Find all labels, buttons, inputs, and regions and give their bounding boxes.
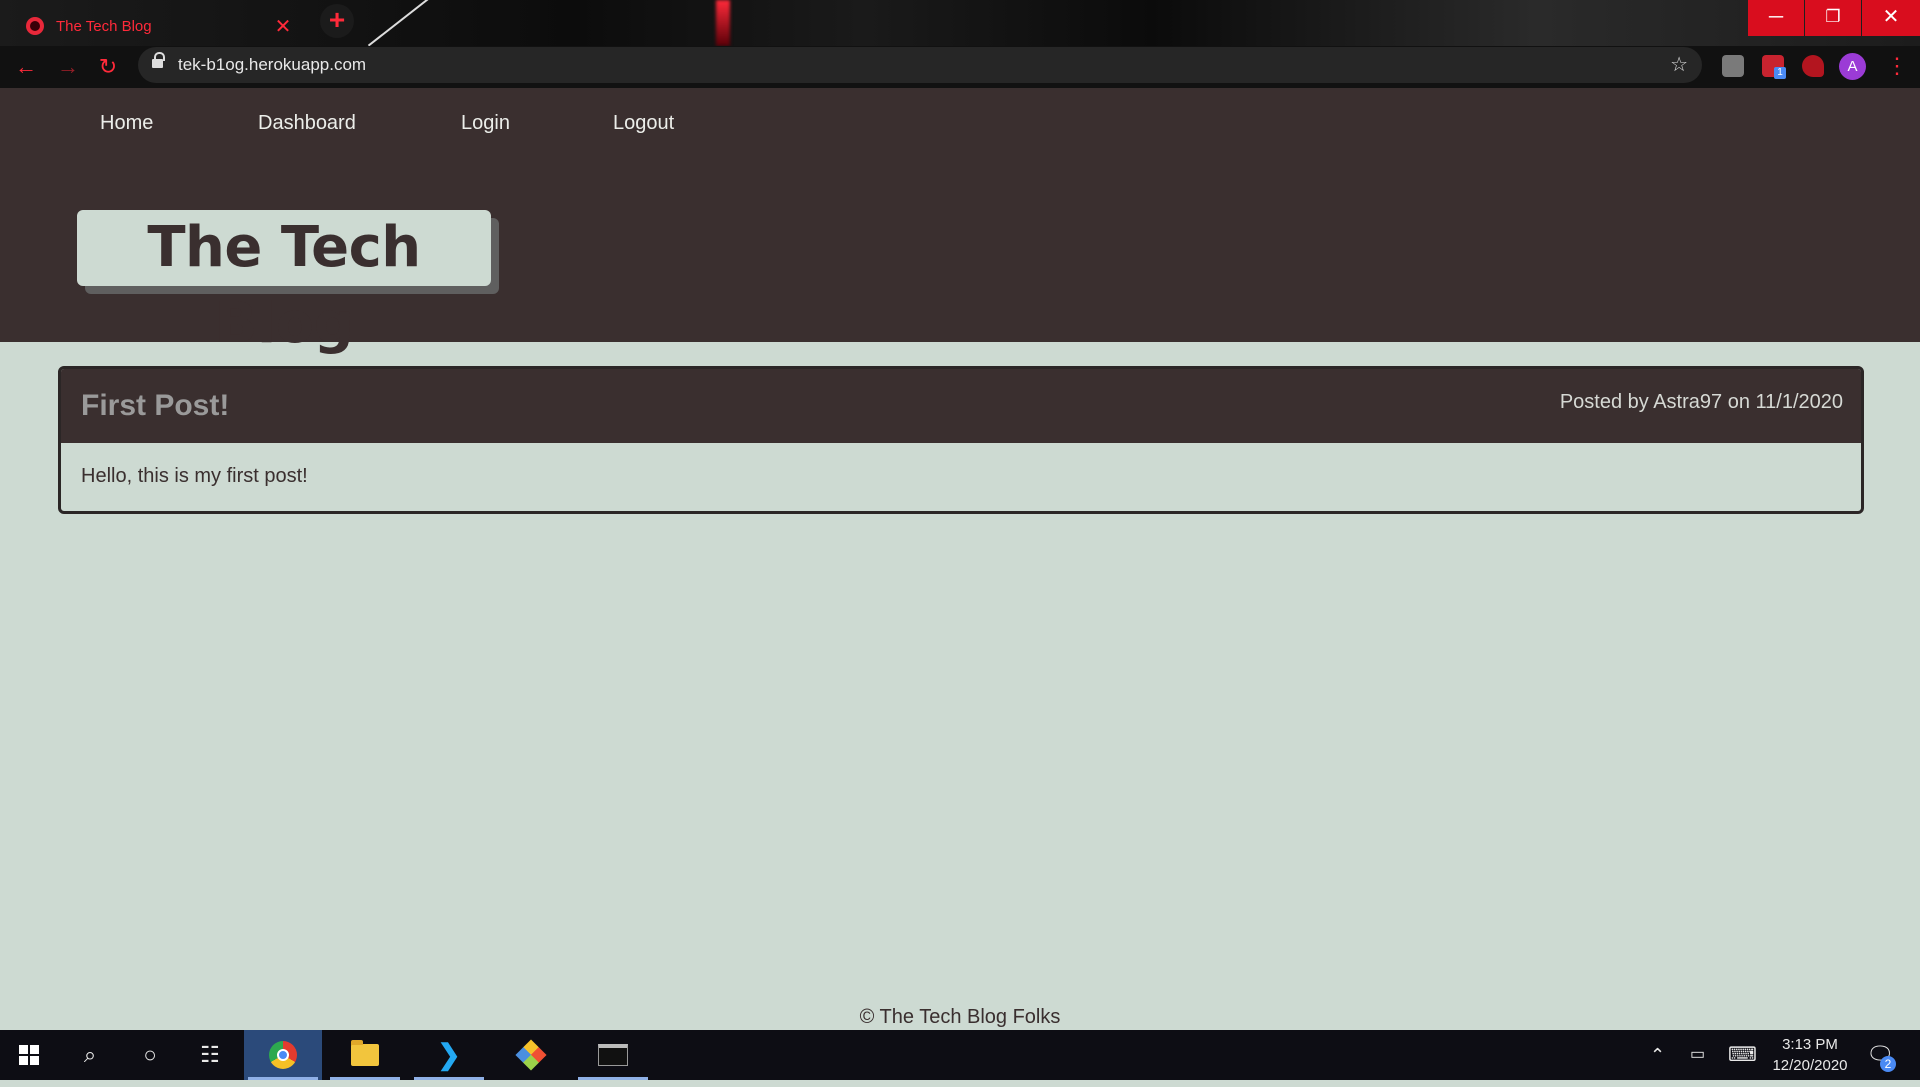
- site-logo: The Tech Blog: [77, 210, 499, 356]
- clock-date: 12/20/2020: [1772, 1057, 1848, 1074]
- nav-link-home[interactable]: Home: [100, 112, 153, 135]
- back-button[interactable]: ←: [10, 51, 42, 83]
- site-header: Home Dashboard Login Logout The Tech Blo…: [0, 88, 1920, 356]
- profile-avatar[interactable]: A: [1839, 53, 1866, 80]
- tab-close-icon[interactable]: ✕: [272, 14, 294, 39]
- windows-taskbar: ⌕ ○ ☷ ❯ ⌃ ▭ ⌨ 3:13 PM 12/20/2020 🗨 2: [0, 1030, 1920, 1080]
- cortana-icon[interactable]: ○: [122, 1030, 178, 1080]
- chrome-icon: [269, 1041, 297, 1069]
- terminal-icon: [598, 1044, 628, 1066]
- taskbar-chrome[interactable]: [244, 1030, 322, 1080]
- nav-link-logout[interactable]: Logout: [613, 112, 674, 135]
- wallpaper-streak: [716, 0, 730, 46]
- forward-button[interactable]: →: [52, 51, 84, 83]
- address-bar[interactable]: tek-b1og.herokuapp.com ☆: [138, 47, 1702, 83]
- page-content: Home Dashboard Login Logout The Tech Blo…: [0, 88, 1920, 1030]
- post-header: First Post! Posted by Astra97 on 11/1/20…: [61, 369, 1861, 443]
- url-text[interactable]: tek-b1og.herokuapp.com: [178, 47, 366, 83]
- task-view-icon[interactable]: ☷: [182, 1030, 238, 1080]
- site-title: The Tech Blog: [77, 210, 491, 356]
- vscode-icon: ❯: [437, 1039, 461, 1070]
- restore-button[interactable]: ❐: [1805, 0, 1861, 36]
- system-clock[interactable]: 3:13 PM 12/20/2020: [1760, 1034, 1860, 1076]
- browser-title-bar: The Tech Blog ✕ + ─ ❐ ✕: [0, 0, 1920, 46]
- action-center-icon[interactable]: 🗨: [1866, 1030, 1894, 1080]
- minimize-button[interactable]: ─: [1748, 0, 1804, 36]
- bookmark-star-icon[interactable]: ☆: [1670, 47, 1688, 83]
- windows-logo-icon: [19, 1045, 39, 1065]
- post-meta: Posted by Astra97 on 11/1/2020: [1559, 391, 1843, 413]
- notification-count-badge: 2: [1880, 1056, 1896, 1072]
- puzzle-extensions-icon[interactable]: [1802, 55, 1824, 77]
- tab-title: The Tech Blog: [56, 17, 152, 35]
- git-icon: [515, 1039, 547, 1071]
- taskbar-vscode[interactable]: ❯: [410, 1030, 488, 1080]
- window-close-button[interactable]: ✕: [1862, 0, 1920, 36]
- wallpaper-line: [367, 0, 433, 46]
- keyboard-icon[interactable]: ⌨: [1728, 1030, 1757, 1080]
- taskbar-git[interactable]: [492, 1030, 570, 1080]
- post-body: Hello, this is my first post!: [81, 465, 308, 487]
- browser-toolbar: ← → ↻ tek-b1og.herokuapp.com ☆ 1 A ⋮: [0, 46, 1920, 88]
- start-button[interactable]: [0, 1030, 58, 1080]
- battery-icon[interactable]: ▭: [1690, 1030, 1705, 1080]
- new-tab-button[interactable]: +: [320, 4, 354, 38]
- show-hidden-icons-chevron-icon[interactable]: ⌃: [1650, 1030, 1665, 1080]
- taskbar-file-explorer[interactable]: [326, 1030, 404, 1080]
- folder-icon: [351, 1040, 379, 1066]
- clock-time: 3:13 PM: [1782, 1036, 1838, 1053]
- menu-kebab-icon[interactable]: ⋮: [1886, 50, 1908, 82]
- nav-link-login[interactable]: Login: [461, 112, 510, 135]
- favicon-icon: [26, 17, 44, 35]
- nav-link-dashboard[interactable]: Dashboard: [258, 112, 356, 135]
- extension-badge: 1: [1774, 67, 1786, 79]
- browser-tab[interactable]: The Tech Blog ✕: [8, 6, 308, 46]
- search-icon[interactable]: ⌕: [62, 1030, 118, 1080]
- post-card[interactable]: First Post! Posted by Astra97 on 11/1/20…: [58, 366, 1864, 514]
- post-title[interactable]: First Post!: [81, 389, 229, 423]
- extension-cast-icon[interactable]: 1: [1762, 55, 1786, 79]
- reload-button[interactable]: ↻: [92, 51, 124, 83]
- taskbar-terminal[interactable]: [574, 1030, 652, 1080]
- site-footer: © The Tech Blog Folks: [859, 1006, 1061, 1028]
- lock-icon[interactable]: [152, 52, 165, 68]
- extension-icon[interactable]: [1722, 55, 1744, 77]
